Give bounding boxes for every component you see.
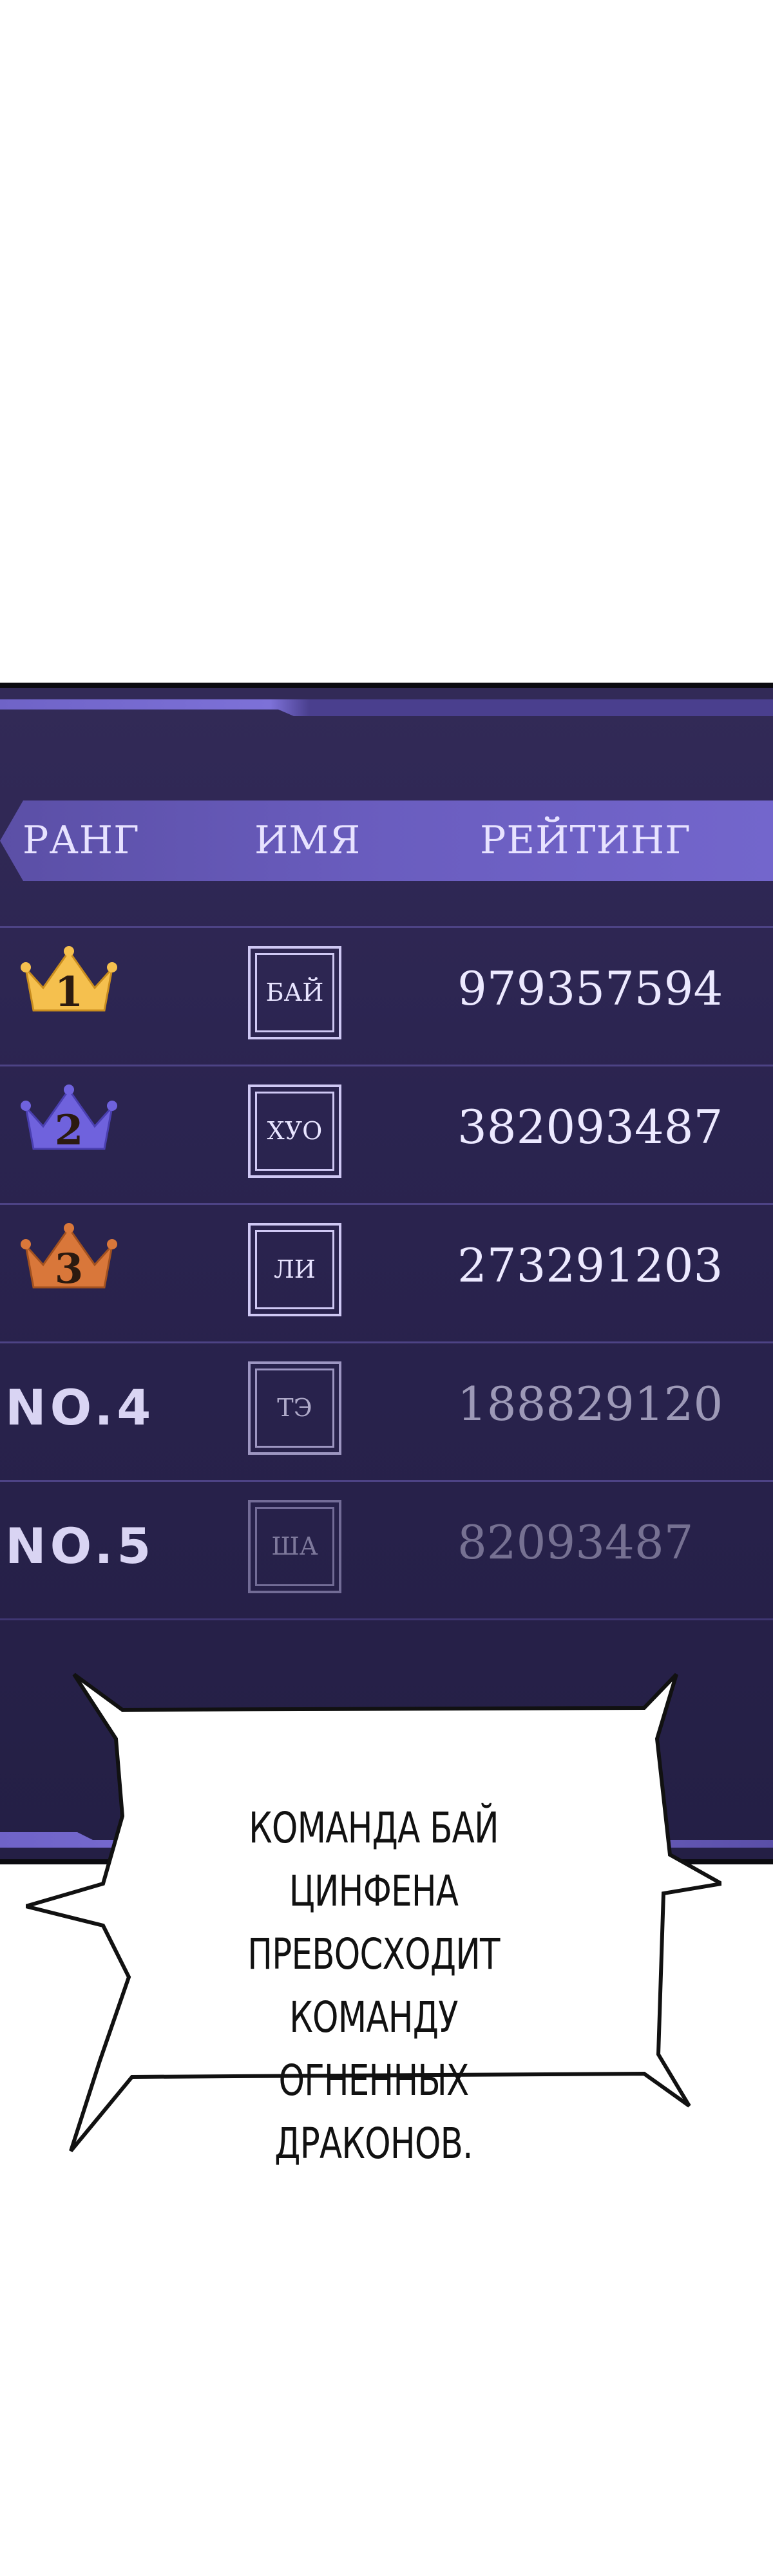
player-name: ША xyxy=(271,1532,318,1560)
rating-value: 273291203 xyxy=(457,1238,723,1293)
name-badge: ЛИ xyxy=(248,1223,341,1316)
rank-number: 2 xyxy=(54,1106,84,1155)
rating-value: 382093487 xyxy=(457,1100,723,1154)
panel-top-accent xyxy=(0,699,773,716)
player-name: ХУО xyxy=(267,1117,323,1145)
leaderboard-row-4: NO.4 ТЭ 188829120 xyxy=(0,1341,773,1480)
name-badge: БАЙ xyxy=(248,946,341,1039)
bubble-line: ОГНЕННЫХ ДРАКОНОВ. xyxy=(274,2056,473,2168)
leaderboard-row-3: 3 ЛИ 273291203 xyxy=(0,1203,773,1341)
header-name: ИМЯ xyxy=(254,818,361,863)
name-badge: ХУО xyxy=(248,1084,341,1178)
leaderboard-row-1: 1 БАЙ 979357594 xyxy=(0,926,773,1065)
leaderboard-header: РАНГ ИМЯ РЕЙТИНГ xyxy=(0,800,773,881)
rating-value: 82093487 xyxy=(457,1515,694,1569)
bubble-line: ПРЕВОСХОДИТ КОМАНДУ xyxy=(247,1929,500,2042)
player-name: БАЙ xyxy=(265,978,324,1007)
rank-label: NO.4 xyxy=(5,1379,155,1436)
crown-gold-icon: 1 xyxy=(21,946,117,1017)
player-name: ЛИ xyxy=(274,1255,316,1283)
header-rating: РЕЙТИНГ xyxy=(480,818,691,863)
leaderboard-row-2: 2 ХУО 382093487 xyxy=(0,1065,773,1203)
bubble-line: КОМАНДА БАЙ ЦИНФЕНА xyxy=(249,1803,499,1916)
speech-bubble-text: КОМАНДА БАЙ ЦИНФЕНА ПРЕВОСХОДИТ КОМАНДУ … xyxy=(193,1797,555,2175)
rating-value: 188829120 xyxy=(457,1377,723,1431)
player-name: ТЭ xyxy=(277,1394,312,1422)
name-badge: ТЭ xyxy=(248,1361,341,1455)
rank-number: 1 xyxy=(54,968,84,1016)
rating-value: 979357594 xyxy=(457,961,723,1016)
crown-orange-icon: 3 xyxy=(21,1223,117,1294)
rank-number: 3 xyxy=(54,1245,84,1293)
header-rank: РАНГ xyxy=(23,818,140,863)
row-divider xyxy=(0,1618,773,1625)
leaderboard-row-5: NO.5 ША 82093487 xyxy=(0,1480,773,1618)
rank-label: NO.5 xyxy=(5,1517,155,1575)
crown-purple-icon: 2 xyxy=(21,1084,117,1155)
name-badge: ША xyxy=(248,1500,341,1593)
